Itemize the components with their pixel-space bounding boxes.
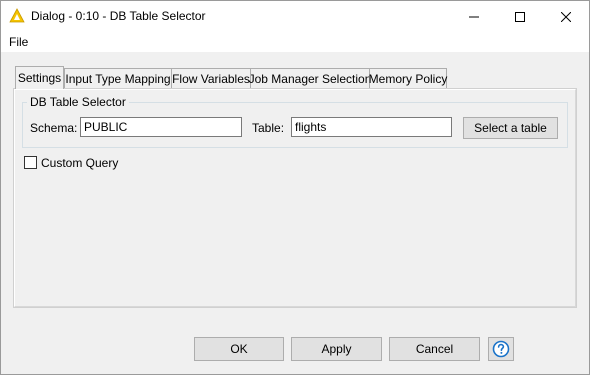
window-title: Dialog - 0:10 - DB Table Selector xyxy=(31,9,206,23)
apply-button[interactable]: Apply xyxy=(291,337,382,361)
close-icon xyxy=(561,11,571,22)
menu-bar: File xyxy=(1,32,589,52)
minimize-button[interactable] xyxy=(451,1,497,32)
cancel-button[interactable]: Cancel xyxy=(389,337,480,361)
custom-query-checkbox[interactable] xyxy=(24,156,37,169)
table-label: Table: xyxy=(252,121,285,135)
tab-flow-variables[interactable]: Flow Variables xyxy=(171,68,251,88)
select-table-button[interactable]: Select a table xyxy=(463,117,558,139)
table-field[interactable] xyxy=(291,117,452,137)
custom-query-label: Custom Query xyxy=(41,156,119,170)
close-button[interactable] xyxy=(543,1,589,32)
schema-field[interactable] xyxy=(80,117,242,137)
dialog-window: Dialog - 0:10 - DB Table Selector File S… xyxy=(0,0,590,375)
ok-button[interactable]: OK xyxy=(194,337,284,361)
minimize-icon xyxy=(469,16,479,17)
question-circle-icon xyxy=(492,340,510,358)
group-title: DB Table Selector xyxy=(27,95,129,109)
menu-file[interactable]: File xyxy=(9,35,28,49)
knime-triangle-icon xyxy=(9,8,25,24)
tab-settings[interactable]: Settings xyxy=(15,66,64,89)
tab-memory-policy[interactable]: Memory Policy xyxy=(369,68,447,88)
tab-input-type-mapping[interactable]: Input Type Mapping xyxy=(64,68,172,88)
maximize-button[interactable] xyxy=(497,1,543,32)
title-bar[interactable]: Dialog - 0:10 - DB Table Selector xyxy=(1,1,589,32)
schema-label: Schema: xyxy=(30,121,78,135)
tab-job-manager-selection[interactable]: Job Manager Selection xyxy=(249,68,371,88)
help-button[interactable] xyxy=(488,337,514,361)
maximize-icon xyxy=(515,11,525,22)
